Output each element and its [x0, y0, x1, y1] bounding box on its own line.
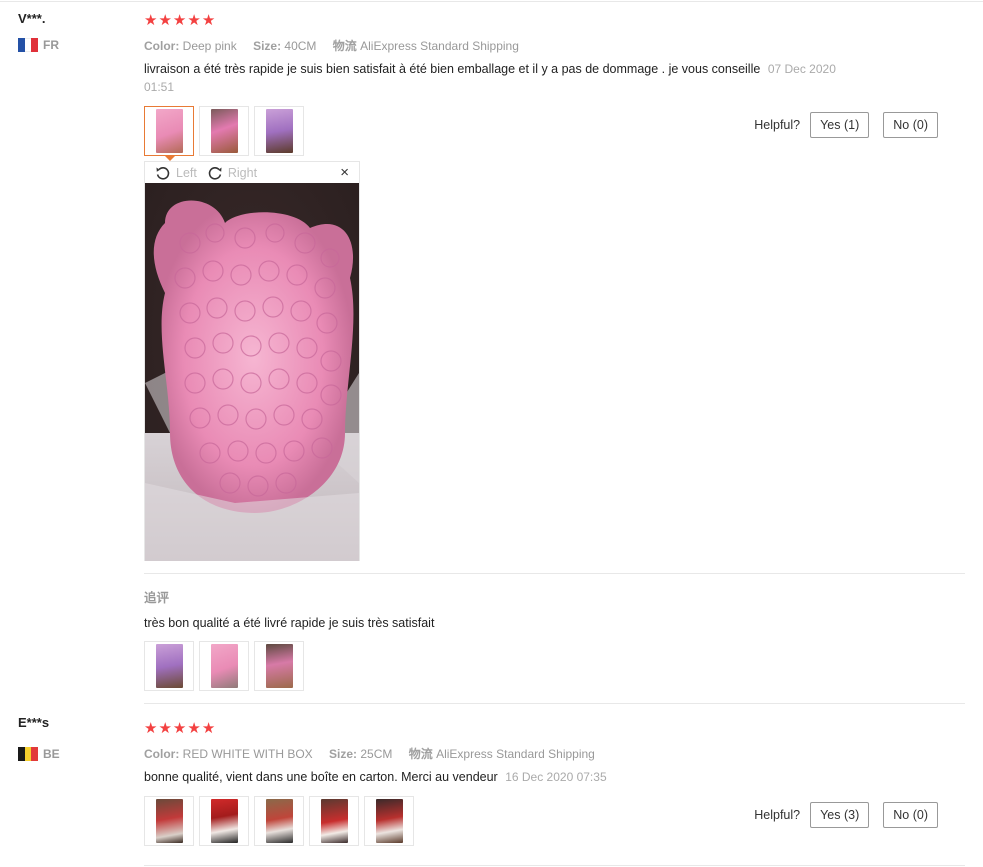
star-rating: ★ ★ ★ ★ ★ — [144, 721, 216, 736]
helpful-yes-button[interactable]: Yes (3) — [810, 802, 870, 828]
review-photo-thumb[interactable] — [254, 641, 304, 691]
review-divider — [144, 703, 965, 704]
star-icon: ★ — [144, 720, 158, 737]
star-icon: ★ — [158, 12, 172, 29]
close-icon[interactable]: × — [340, 164, 349, 181]
enlarged-review-photo — [145, 183, 359, 561]
review-item: V***. FR ★ ★ ★ ★ ★ Color: Deep pink Size… — [0, 2, 983, 702]
review-item: E***s BE ★ ★ ★ ★ ★ Color: RED WHITE WITH… — [0, 706, 983, 867]
rotate-left-label: Left — [176, 165, 197, 180]
review-photo-thumb[interactable] — [199, 796, 249, 846]
reviewer-country: FR — [18, 38, 59, 52]
star-icon: ★ — [187, 12, 201, 29]
star-icon: ★ — [201, 12, 216, 29]
append-divider — [144, 573, 965, 574]
star-icon: ★ — [144, 12, 158, 29]
star-icon: ★ — [201, 720, 216, 737]
review-photo-thumb[interactable] — [309, 796, 359, 846]
shipping-key: 物流 — [408, 747, 433, 761]
size-key: Size: — [253, 39, 282, 53]
helpful-vote: Helpful? Yes (3) No (0) — [754, 802, 938, 828]
append-review-photos — [144, 641, 309, 691]
photo-viewer: Left Right × — [144, 161, 360, 561]
rotate-left-button[interactable]: Left — [155, 165, 197, 181]
rotate-left-icon — [156, 166, 170, 180]
star-icon: ★ — [158, 720, 172, 737]
review-photos — [144, 796, 419, 846]
reviewer-name: V***. — [18, 11, 46, 26]
color-key: Color: — [144, 747, 180, 761]
review-divider — [144, 865, 965, 866]
review-date: 16 Dec 2020 07:35 — [505, 770, 607, 784]
append-review-text: très bon qualité a été livré rapide je s… — [144, 616, 435, 630]
review-body: ★ ★ ★ ★ ★ Color: Deep pink Size: 40CM 物流… — [144, 2, 965, 702]
size-key: Size: — [329, 747, 358, 761]
helpful-vote: Helpful? Yes (1) No (0) — [754, 112, 938, 138]
country-code: FR — [43, 38, 59, 52]
helpful-label: Helpful? — [754, 808, 801, 822]
review-photo-thumb[interactable] — [144, 641, 194, 691]
review-text: livraison a été très rapide je suis bien… — [144, 60, 864, 96]
shipping-value: AliExpress Standard Shipping — [436, 747, 595, 761]
review-text: bonne qualité, vient dans une boîte en c… — [144, 768, 864, 786]
star-icon: ★ — [172, 12, 187, 29]
rotate-right-button[interactable]: Right — [207, 165, 257, 181]
size-value: 40CM — [284, 39, 317, 53]
review-content: livraison a été très rapide je suis bien… — [144, 62, 761, 76]
review-photo-thumb[interactable] — [144, 796, 194, 846]
review-content: bonne qualité, vient dans une boîte en c… — [144, 770, 498, 784]
color-value: RED WHITE WITH BOX — [182, 747, 313, 761]
review-photos — [144, 106, 309, 161]
size-value: 25CM — [360, 747, 393, 761]
france-flag-icon — [18, 38, 39, 52]
color-value: Deep pink — [182, 39, 237, 53]
order-info: Color: Deep pink Size: 40CM 物流 AliExpres… — [144, 37, 532, 54]
color-key: Color: — [144, 39, 180, 53]
shipping-value: AliExpress Standard Shipping — [360, 39, 519, 53]
star-icon: ★ — [172, 720, 187, 737]
review-photo-thumb[interactable] — [144, 106, 194, 161]
rotate-right-label: Right — [227, 165, 258, 180]
helpful-no-button[interactable]: No (0) — [883, 112, 938, 138]
review-photo-thumb[interactable] — [364, 796, 414, 846]
append-review-title: 追评 — [144, 591, 170, 605]
review-photo-thumb[interactable] — [254, 796, 304, 846]
review-body: ★ ★ ★ ★ ★ Color: RED WHITE WITH BOX Size… — [144, 706, 964, 867]
order-info: Color: RED WHITE WITH BOX Size: 25CM 物流 … — [144, 745, 608, 762]
reviewer-country: BE — [18, 747, 60, 761]
helpful-yes-button[interactable]: Yes (1) — [810, 112, 870, 138]
helpful-no-button[interactable]: No (0) — [883, 802, 938, 828]
rotate-right-icon — [208, 166, 222, 180]
helpful-label: Helpful? — [754, 118, 801, 132]
belgium-flag-icon — [18, 747, 39, 761]
review-photo-thumb[interactable] — [254, 106, 304, 156]
shipping-key: 物流 — [332, 39, 357, 53]
star-rating: ★ ★ ★ ★ ★ — [144, 13, 216, 28]
review-photo-thumb[interactable] — [199, 641, 249, 691]
review-photo-thumb[interactable] — [199, 106, 249, 156]
photo-viewer-toolbar: Left Right × — [145, 162, 359, 183]
reviewer-name: E***s — [18, 715, 50, 730]
star-icon: ★ — [187, 720, 201, 737]
country-code: BE — [43, 747, 60, 761]
